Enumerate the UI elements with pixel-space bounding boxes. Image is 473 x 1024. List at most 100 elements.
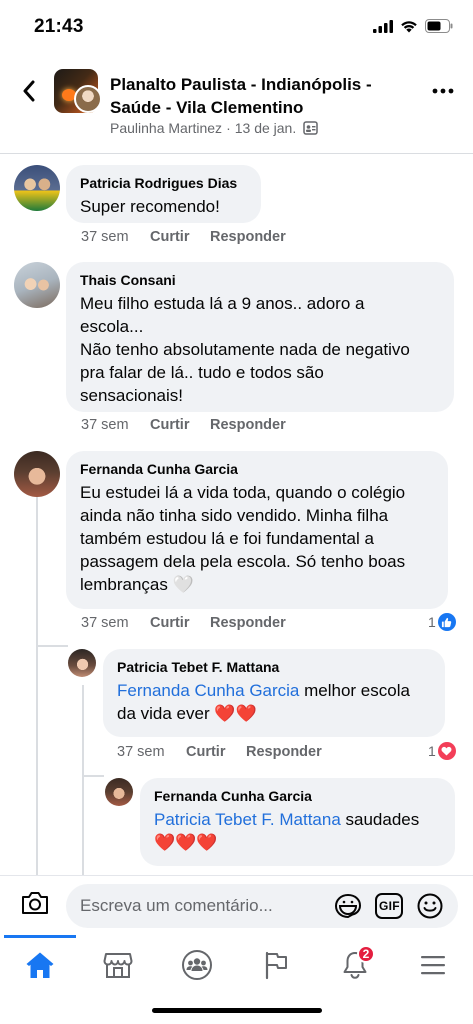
comment-text: Meu filho estuda lá a 9 anos.. adoro a e… [80,292,440,407]
cellular-signal-icon [373,19,393,33]
comment-actions: 37 sem Curtir Responder [81,615,286,631]
comment-time[interactable]: 37 sem [81,229,150,245]
emoji-icon [417,893,443,919]
reply-line: ❤️❤️❤️ [154,833,218,852]
thread-line [82,685,84,875]
like-button[interactable]: Curtir [186,744,246,760]
reply-author[interactable]: Fernanda Cunha Garcia [154,787,441,805]
replier-avatar[interactable] [68,649,96,677]
post-date[interactable]: 13 de jan. [235,120,297,136]
reply-author[interactable]: Patricia Tebet F. Mattana [117,658,431,676]
comment-line: ainda não tinha sido vendido. Minha filh… [80,506,389,525]
comment-bubble[interactable]: Fernanda Cunha Garcia Eu estudei lá a vi… [66,451,448,609]
comment-time[interactable]: 37 sem [81,417,150,433]
sticker-icon [334,893,362,919]
status-icons [373,19,453,33]
comment-line: Não tenho absolutamente nada de negativo [80,340,410,359]
camera-button[interactable] [20,890,50,921]
reply-button[interactable]: Responder [210,417,286,433]
reply-button[interactable]: Responder [210,229,286,245]
replier-avatar[interactable] [105,778,133,806]
notifications-badge: 2 [357,945,375,963]
reaction-summary[interactable]: 1 [428,742,456,760]
comment-input-placeholder: Escreva um comentário... [80,896,273,915]
reply-button[interactable]: Responder [210,615,286,631]
comment-author[interactable]: Patricia Rodrigues Dias [80,174,247,192]
meta-separator: · [226,120,231,136]
comment-composer: Escreva um comentário... GIF [0,875,473,935]
back-button[interactable] [14,76,44,106]
like-button[interactable]: Curtir [150,417,210,433]
commenter-avatar[interactable] [14,165,60,211]
poster-avatar[interactable] [74,85,102,113]
post-author[interactable]: Paulinha Martinez [110,120,222,136]
menu-icon [421,956,445,975]
tab-home[interactable] [20,945,60,985]
comment-bubble[interactable]: Patricia Rodrigues Dias Super recomendo! [66,165,261,223]
reply-text: Fernanda Cunha Garcia melhor escola da v… [117,679,431,725]
comment-time[interactable]: 37 sem [81,615,150,631]
battery-icon [425,19,453,33]
reply-actions: 37 sem Curtir Responder [117,744,322,760]
comment-actions: 37 sem Curtir Responder [81,229,286,245]
emoji-button[interactable] [416,892,444,925]
comment-bubble[interactable]: Thais Consani Meu filho estuda lá a 9 an… [66,262,454,412]
reply-time[interactable]: 37 sem [117,744,186,760]
gif-button[interactable]: GIF [374,892,404,925]
groups-icon [182,950,212,980]
wifi-icon [401,20,417,32]
home-indicator [152,1008,322,1013]
like-button[interactable]: Curtir [150,615,210,631]
flag-icon [265,951,287,980]
reply-bubble[interactable]: Fernanda Cunha Garcia Patricia Tebet F. … [140,778,455,866]
comment-author[interactable]: Fernanda Cunha Garcia [80,460,434,478]
thread-line [36,645,68,647]
post-meta: Paulinha Martinez · 13 de jan. [110,120,318,136]
like-button[interactable]: Curtir [150,229,210,245]
thread-line [82,775,104,777]
comment-line: Meu filho estuda lá a 9 anos.. adoro a [80,294,365,313]
commenter-avatar[interactable] [14,451,60,497]
reaction-count: 1 [428,743,436,759]
commenter-avatar[interactable] [14,262,60,308]
marketplace-icon [103,953,133,978]
tab-groups[interactable] [177,945,217,985]
comment-text: Super recomendo! [80,197,220,216]
reaction-count: 1 [428,614,436,630]
reply-button[interactable]: Responder [246,744,322,760]
sticker-button[interactable] [334,893,362,924]
reply-bubble[interactable]: Patricia Tebet F. Mattana Fernanda Cunha… [103,649,445,737]
reply-line: da vida ever ❤️❤️ [117,704,257,723]
tab-notifications[interactable]: 2 [335,945,375,985]
more-options-button[interactable] [427,78,459,104]
love-reaction-icon [437,742,456,760]
active-tab-indicator [4,935,76,938]
mention-link[interactable]: Patricia Tebet F. Mattana [154,810,341,829]
comment-actions: 37 sem Curtir Responder [81,417,286,433]
comment-text: Eu estudei lá a vida toda, quando o colé… [80,481,434,596]
gif-label: GIF [379,899,400,913]
reply-line: Patricia Tebet F. Mattana saudades [154,808,441,831]
status-time: 21:43 [34,16,84,37]
post-header: Planalto Paulista - Indianópolis - Saúde… [0,56,473,154]
comment-author[interactable]: Thais Consani [80,271,440,289]
like-reaction-icon [437,613,456,631]
comment-line: também estudou lá e foi fundamental a [80,529,374,548]
mention-link[interactable]: Fernanda Cunha Garcia [117,681,299,700]
group-title[interactable]: Planalto Paulista - Indianópolis - Saúde… [110,73,410,119]
comment-line: escola... [80,317,144,336]
comment-input[interactable]: Escreva um comentário... GIF [66,884,458,928]
group-privacy-icon [303,121,318,135]
home-icon [26,952,54,978]
tab-pages[interactable] [256,945,296,985]
chevron-left-icon [23,80,35,102]
tab-marketplace[interactable] [98,945,138,985]
comments-feed[interactable]: Patricia Rodrigues Dias Super recomendo!… [0,155,473,875]
reaction-summary[interactable]: 1 [428,613,456,631]
comment-line: pra falar de lá.. tudo e todos são [80,363,324,382]
reply-text-part: melhor escola [299,681,410,700]
more-dots-icon [432,88,454,94]
bottom-tab-bar: 2 [0,935,473,995]
camera-icon [22,892,48,914]
tab-menu[interactable] [413,945,453,985]
